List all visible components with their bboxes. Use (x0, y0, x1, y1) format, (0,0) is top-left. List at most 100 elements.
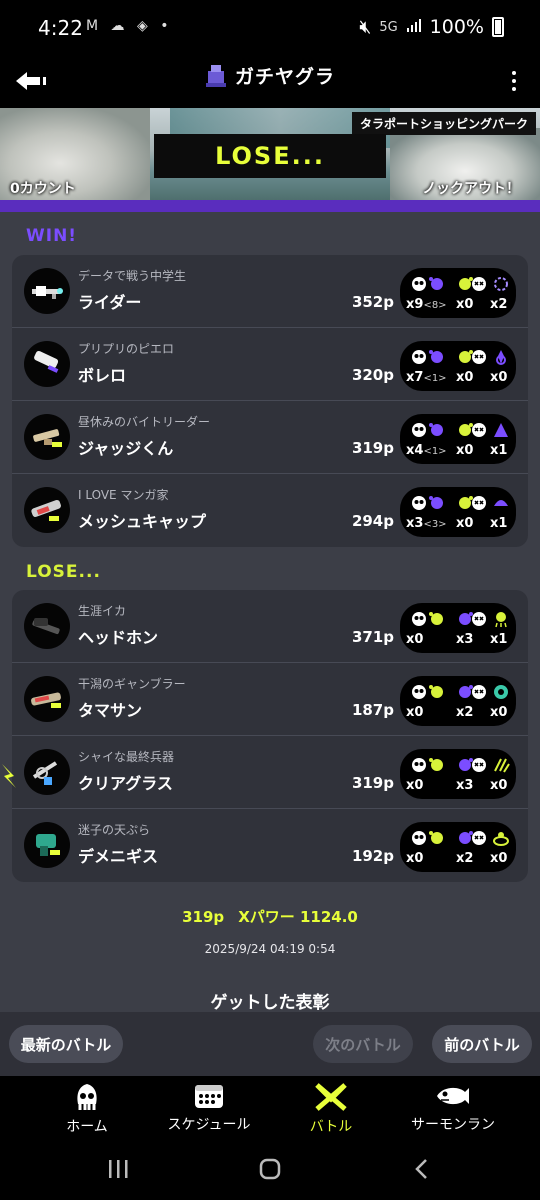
tab-home[interactable]: ホーム (32, 1082, 142, 1136)
kill-icon (412, 496, 426, 510)
player-points: 294p (351, 512, 394, 530)
tab-schedule[interactable]: スケジュール (154, 1082, 264, 1136)
player-row[interactable]: 昼休みのバイトリーダー ジャッジくん 319p x4<1> x0 x1 (12, 401, 528, 474)
player-row[interactable]: 干潟のギャンブラー タマサン 187p x0 x2 x0 (12, 663, 528, 736)
player-stats: x9<8> x0 x2 (400, 268, 516, 318)
player-name: クリアグラス (78, 774, 173, 793)
special-icon (496, 350, 506, 365)
death-squid-icon (472, 758, 486, 772)
home-system-button[interactable] (250, 1152, 290, 1186)
player-row[interactable]: 迷子の天ぷら デメニギス 192p x0 x2 x0 (12, 809, 528, 882)
banner-divider (0, 200, 540, 212)
death-count: x2 (456, 851, 474, 866)
player-title: 生涯イカ (78, 604, 127, 618)
player-title: 昼休みのバイトリーダー (78, 415, 211, 429)
special-icon (494, 277, 508, 291)
kill-count: x3<3> (406, 516, 447, 531)
status-right: 🔇︎ 5G 100% (359, 16, 504, 38)
self-marker-icon (2, 764, 16, 788)
special-icon (494, 500, 508, 506)
more-vert-icon (512, 71, 516, 75)
status-bar: 4:22 M ☁ ◈ • 🔇︎ 5G 100% (0, 0, 540, 56)
splat-icon (429, 685, 443, 698)
player-name: ジャッジくん (78, 439, 174, 458)
player-title: シャイな最終兵器 (78, 750, 175, 764)
player-points: 352p (351, 293, 394, 311)
kill-count: x0 (406, 632, 424, 647)
more-menu-button[interactable] (502, 62, 526, 100)
tab-home-label: ホーム (66, 1119, 108, 1135)
player-title: データで戦う中学生 (78, 269, 187, 283)
special-count: x0 (490, 370, 508, 385)
status-time: 4:22 (38, 16, 83, 40)
player-stats: x0 x3 x0 (400, 749, 516, 799)
system-navigation-bar (0, 1138, 540, 1200)
kill-count: x0 (406, 705, 424, 720)
kill-icon (412, 612, 426, 626)
player-row[interactable]: 生涯イカ ヘッドホン 371p x0 x3 x1 (12, 590, 528, 663)
system-back-button[interactable] (402, 1152, 442, 1186)
special-icon (494, 685, 508, 699)
death-count: x0 (456, 370, 474, 385)
battle-navigation: 最新のバトル 次のバトル 前のバトル (0, 1012, 540, 1076)
latest-battle-button[interactable]: 最新のバトル (9, 1025, 123, 1063)
kill-count: x0 (406, 778, 424, 793)
home-icon (77, 1084, 97, 1110)
special-count: x0 (490, 778, 508, 793)
tab-salmon-run[interactable]: サーモンラン (398, 1082, 508, 1136)
player-row[interactable]: I LOVE マンガ家 メッシュキャップ 294p x3<3> x0 x1 (12, 474, 528, 547)
team-win-label: WIN! (26, 226, 78, 246)
splat-icon (429, 350, 443, 363)
player-row-self[interactable]: シャイな最終兵器 クリアグラス 319p x0 x3 x0 (12, 736, 528, 809)
kill-icon (412, 758, 426, 772)
schedule-icon (195, 1085, 223, 1108)
weapon-icon (24, 341, 70, 387)
kill-icon (412, 423, 426, 437)
weapon-icon (24, 749, 70, 795)
battery-percent: 100% (429, 16, 484, 38)
previous-battle-button[interactable]: 前のバトル (432, 1025, 532, 1063)
player-title: 迷子の天ぷら (78, 823, 151, 837)
player-stats: x4<1> x0 x1 (400, 414, 516, 464)
enemy-knockout: ノックアウト！ (422, 181, 520, 197)
special-count: x0 (490, 705, 508, 720)
player-points: 320p (351, 366, 394, 384)
player-points: 371p (351, 628, 394, 646)
special-count: x1 (490, 516, 508, 531)
result-box: LOSE... (154, 134, 386, 178)
notification-icons: M ☁ ◈ • (86, 18, 173, 34)
kill-icon (412, 685, 426, 699)
death-squid-icon (472, 612, 486, 626)
recent-apps-button[interactable] (98, 1152, 138, 1186)
mute-icon: 🔇︎ (359, 16, 372, 38)
more-vert-icon (512, 79, 516, 83)
weapon-icon (24, 487, 70, 533)
tab-battle[interactable]: バトル (276, 1082, 386, 1136)
chevron-left-icon (415, 1159, 427, 1179)
splat-icon (429, 423, 443, 436)
player-name: メッシュキャップ (78, 512, 207, 531)
death-count: x2 (456, 705, 474, 720)
summary-xpower: Xパワー 1124.0 (238, 908, 358, 926)
weapon-icon (24, 603, 70, 649)
team-win-card: データで戦う中学生 ライダー 352p x9<8> x0 x2 プリプリのピエロ… (12, 255, 528, 547)
gachiyagura-icon (205, 64, 226, 87)
death-count: x3 (456, 632, 474, 647)
player-row[interactable]: プリプリのピエロ ボレロ 320p x7<1> x0 x0 (12, 328, 528, 401)
kill-count: x4<1> (406, 443, 447, 458)
title-wrap: ガチヤグラ (0, 62, 540, 89)
player-points: 187p (351, 701, 394, 719)
death-count: x0 (456, 443, 474, 458)
weapon-icon (24, 414, 70, 460)
player-name: ボレロ (78, 366, 127, 385)
kill-count: x0 (406, 851, 424, 866)
special-icon (495, 612, 507, 628)
battery-icon (492, 17, 504, 37)
weapon-icon (24, 676, 70, 722)
battle-detail[interactable]: WIN! データで戦う中学生 ライダー 352p x9<8> x0 x2 プリプ… (0, 212, 540, 1012)
player-name: デメニギス (78, 847, 159, 866)
player-row[interactable]: データで戦う中学生 ライダー 352p x9<8> x0 x2 (12, 255, 528, 328)
player-stats: x0 x2 x0 (400, 822, 516, 872)
player-title: プリプリのピエロ (78, 342, 175, 356)
next-battle-button[interactable]: 次のバトル (313, 1025, 413, 1063)
